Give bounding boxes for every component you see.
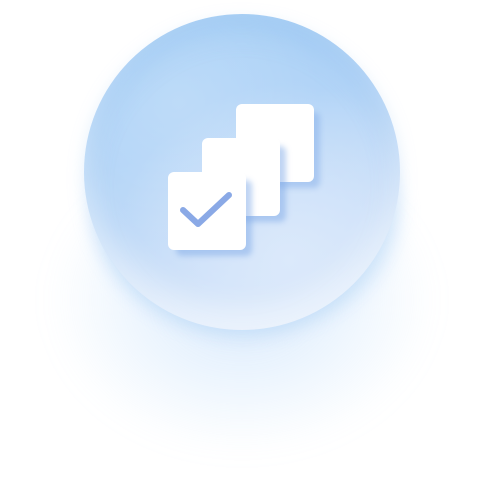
illustration-canvas [0, 0, 484, 484]
stacked-checkbox-cards-icon [168, 104, 320, 256]
front-checkbox-card [168, 172, 252, 256]
